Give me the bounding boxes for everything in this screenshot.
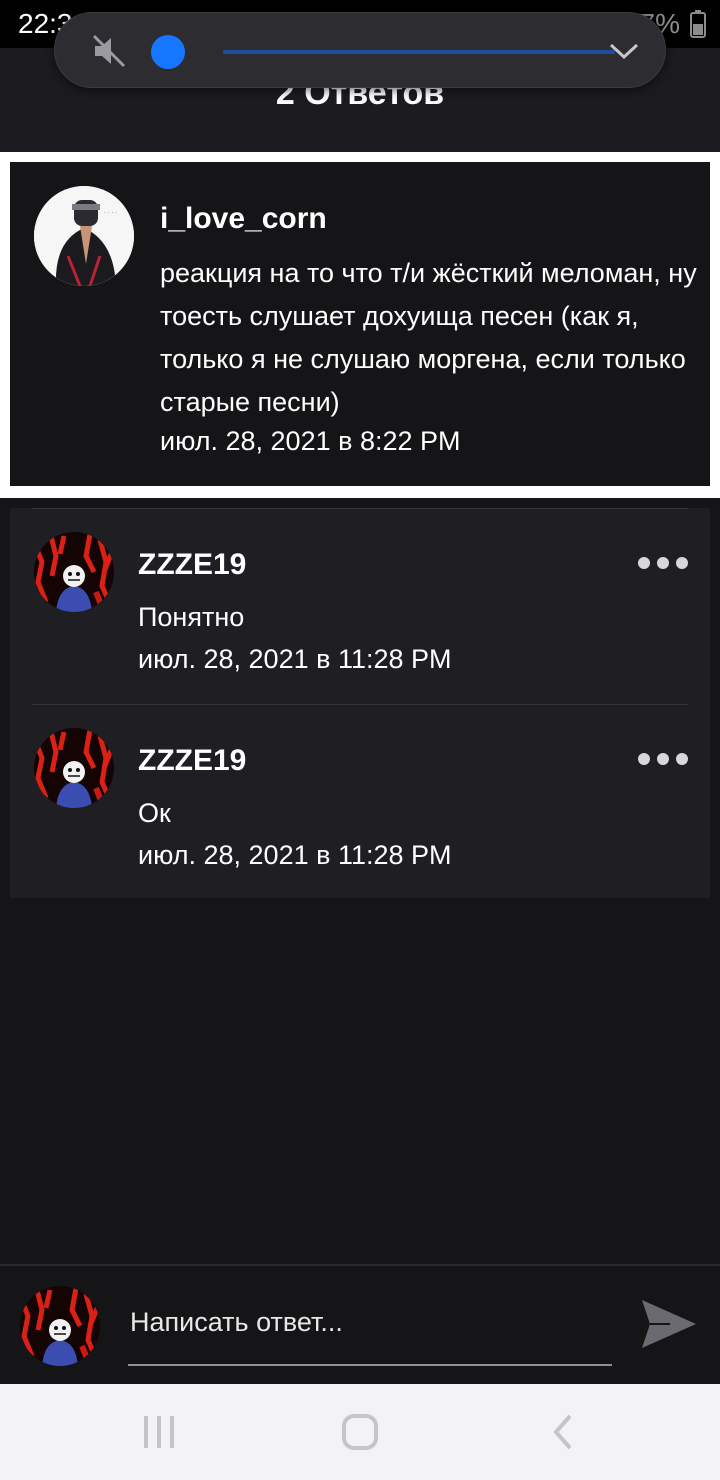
more-icon[interactable]	[638, 556, 688, 570]
divider	[32, 704, 688, 705]
comment-date: июл. 28, 2021 в 8:22 PM	[160, 426, 461, 456]
battery-icon	[690, 10, 706, 38]
comment-author[interactable]: i_love_corn	[160, 202, 327, 236]
reply-text: Понятно	[138, 602, 245, 632]
reply-author[interactable]: ZZZE19	[138, 744, 246, 778]
back-icon[interactable]	[548, 1412, 578, 1457]
volume-slider-thumb[interactable]	[151, 35, 185, 69]
avatar[interactable]	[34, 728, 114, 808]
parent-comment-frame: · · · · i_love_corn реакция на то что т/…	[0, 152, 720, 498]
avatar[interactable]: · · · ·	[34, 186, 134, 286]
compose-bar	[0, 1264, 720, 1384]
replies-list: ZZZE19 Понятно июл. 28, 2021 в 11:28 PM …	[10, 508, 710, 898]
reply-item: ZZZE19 Понятно июл. 28, 2021 в 11:28 PM	[10, 508, 710, 704]
send-icon[interactable]	[640, 1296, 698, 1357]
reply-input[interactable]	[128, 1302, 612, 1366]
chevron-down-icon[interactable]	[607, 37, 641, 70]
parent-comment: · · · · i_love_corn реакция на то что т/…	[10, 162, 710, 486]
reply-item: ZZZE19 Ок июл. 28, 2021 в 11:28 PM	[10, 704, 710, 900]
recent-apps-icon[interactable]	[140, 1412, 178, 1457]
comment-text: реакция на то что т/и жёсткий меломан, н…	[160, 258, 697, 417]
more-icon[interactable]	[638, 752, 688, 766]
avatar	[20, 1286, 100, 1366]
volume-slider-track[interactable]	[223, 50, 615, 54]
reply-text: Ок	[138, 798, 171, 828]
home-icon[interactable]	[340, 1412, 380, 1457]
system-nav-bar	[0, 1384, 720, 1480]
volume-panel	[54, 12, 666, 88]
divider	[32, 508, 688, 509]
mute-icon[interactable]	[91, 33, 127, 74]
reply-author[interactable]: ZZZE19	[138, 548, 246, 582]
reply-date: июл. 28, 2021 в 11:28 PM	[138, 840, 452, 870]
svg-text:· · · ·: · · · ·	[104, 210, 117, 216]
reply-date: июл. 28, 2021 в 11:28 PM	[138, 644, 452, 674]
avatar[interactable]	[34, 532, 114, 612]
